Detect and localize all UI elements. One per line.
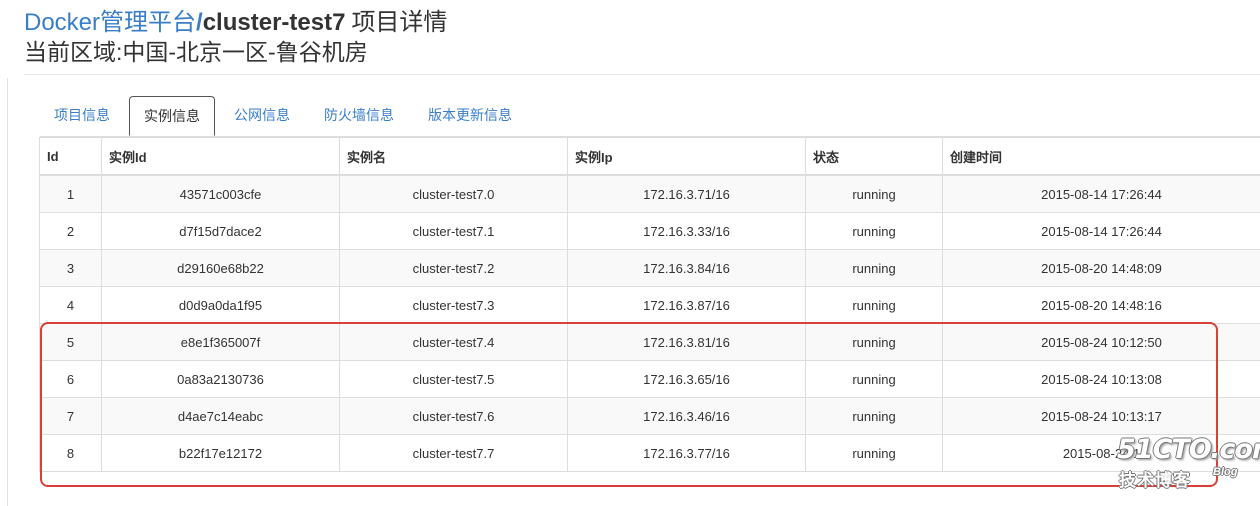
cell-id: 2 <box>39 212 102 250</box>
cell-status: running <box>805 397 943 435</box>
cell-status: running <box>805 174 943 213</box>
cell-instance-ip: 172.16.3.71/16 <box>567 174 806 213</box>
cell-created-time: 2015-08-14 17:26:44 <box>942 212 1260 250</box>
watermark-logo-text: 51CTO.com <box>1117 434 1260 465</box>
cell-instance-name: cluster-test7.2 <box>339 249 568 287</box>
cell-instance-id: d7f15d7dace2 <box>101 212 340 250</box>
cell-status: running <box>805 212 943 250</box>
tab-bar: 项目信息 实例信息 公网信息 防火墙信息 版本更新信息 <box>40 96 1260 137</box>
cell-created-time: 2015-08-24 10:13:17 <box>942 397 1260 435</box>
cell-instance-name: cluster-test7.0 <box>339 174 568 213</box>
column-header-instance-ip: 实例Ip <box>567 137 806 176</box>
cell-id: 4 <box>39 286 102 324</box>
title-separator: / <box>196 9 203 36</box>
current-region: 当前区域:中国-北京一区-鲁谷机房 <box>24 39 368 65</box>
site-watermark: 51CTO.com 技术博客 Blog <box>1117 434 1260 494</box>
instance-table-container: Id 实例Id 实例名 实例Ip 状态 创建时间 1 43571c003cfe … <box>39 137 1260 472</box>
table-row: 6 0a83a2130736 cluster-test7.5 172.16.3.… <box>39 360 1260 398</box>
cell-instance-ip: 172.16.3.81/16 <box>567 323 806 361</box>
project-name: cluster-test7 <box>202 9 346 36</box>
cell-status: running <box>805 434 943 472</box>
cell-instance-id: 0a83a2130736 <box>101 360 340 398</box>
cell-id: 3 <box>39 249 102 287</box>
cell-instance-id: b22f17e12172 <box>101 434 340 472</box>
cell-instance-ip: 172.16.3.33/16 <box>567 212 806 250</box>
cell-instance-ip: 172.16.3.65/16 <box>567 360 806 398</box>
cell-instance-name: cluster-test7.4 <box>339 323 568 361</box>
cell-created-time: 2015-08-24 10:13:08 <box>942 360 1260 398</box>
table-row: 2 d7f15d7dace2 cluster-test7.1 172.16.3.… <box>39 212 1260 250</box>
table-header-row: Id 实例Id 实例名 实例Ip 状态 创建时间 <box>39 137 1260 176</box>
cell-created-time: 2015-08-24 10:12:50 <box>942 323 1260 361</box>
cell-instance-name: cluster-test7.3 <box>339 286 568 324</box>
cell-instance-id: d4ae7c14eabc <box>101 397 340 435</box>
cell-instance-id: 43571c003cfe <box>101 174 340 213</box>
table-row: 1 43571c003cfe cluster-test7.0 172.16.3.… <box>39 174 1260 213</box>
page-header: Docker管理平台/cluster-test7 项目详情 当前区域:中国-北京一… <box>24 8 447 66</box>
cell-instance-id: d29160e68b22 <box>101 249 340 287</box>
cell-instance-name: cluster-test7.6 <box>339 397 568 435</box>
cell-instance-id: d0d9a0da1f95 <box>101 286 340 324</box>
column-header-created-time: 创建时间 <box>942 137 1260 176</box>
cell-id: 7 <box>39 397 102 435</box>
cell-created-time: 2015-08-14 17:26:44 <box>942 174 1260 213</box>
instance-table: Id 实例Id 实例名 实例Ip 状态 创建时间 1 43571c003cfe … <box>39 137 1260 472</box>
table-row: 4 d0d9a0da1f95 cluster-test7.3 172.16.3.… <box>39 286 1260 324</box>
header-divider <box>24 74 1260 75</box>
column-header-status: 状态 <box>805 137 943 176</box>
title-suffix: 项目详情 <box>351 9 448 36</box>
cell-id: 8 <box>39 434 102 472</box>
watermark-subtitle: 技术博客 <box>1119 471 1191 490</box>
tab-project-info[interactable]: 项目信息 <box>40 96 124 135</box>
table-row: 8 b22f17e12172 cluster-test7.7 172.16.3.… <box>39 434 1260 472</box>
cell-status: running <box>805 323 943 361</box>
column-header-instance-id: 实例Id <box>101 137 340 176</box>
cell-instance-name: cluster-test7.7 <box>339 434 568 472</box>
cell-instance-ip: 172.16.3.84/16 <box>567 249 806 287</box>
column-header-instance-name: 实例名 <box>339 137 568 176</box>
tab-firewall-info[interactable]: 防火墙信息 <box>310 96 408 135</box>
cell-created-time: 2015-08-20 14:48:16 <box>942 286 1260 324</box>
cell-created-time: 2015-08-20 14:48:09 <box>942 249 1260 287</box>
brand-link[interactable]: Docker管理平台 <box>24 9 196 36</box>
cell-instance-id: e8e1f365007f <box>101 323 340 361</box>
tab-version-update-info[interactable]: 版本更新信息 <box>414 96 526 135</box>
cell-id: 6 <box>39 360 102 398</box>
cell-status: running <box>805 360 943 398</box>
tab-public-network-info[interactable]: 公网信息 <box>220 96 304 135</box>
cell-instance-ip: 172.16.3.46/16 <box>567 397 806 435</box>
table-row: 7 d4ae7c14eabc cluster-test7.6 172.16.3.… <box>39 397 1260 435</box>
watermark-blog-label: Blog <box>1213 466 1238 478</box>
cell-id: 1 <box>39 174 102 213</box>
cell-id: 5 <box>39 323 102 361</box>
tab-instance-info[interactable]: 实例信息 <box>129 96 215 136</box>
table-row: 3 d29160e68b22 cluster-test7.2 172.16.3.… <box>39 249 1260 287</box>
cell-instance-name: cluster-test7.1 <box>339 212 568 250</box>
left-border-line <box>7 78 8 506</box>
cell-status: running <box>805 249 943 287</box>
page-title: Docker管理平台/cluster-test7 项目详情 <box>24 8 447 38</box>
cell-instance-name: cluster-test7.5 <box>339 360 568 398</box>
cell-instance-ip: 172.16.3.87/16 <box>567 286 806 324</box>
cell-status: running <box>805 286 943 324</box>
cell-instance-ip: 172.16.3.77/16 <box>567 434 806 472</box>
column-header-id: Id <box>39 137 102 176</box>
table-row: 5 e8e1f365007f cluster-test7.4 172.16.3.… <box>39 323 1260 361</box>
